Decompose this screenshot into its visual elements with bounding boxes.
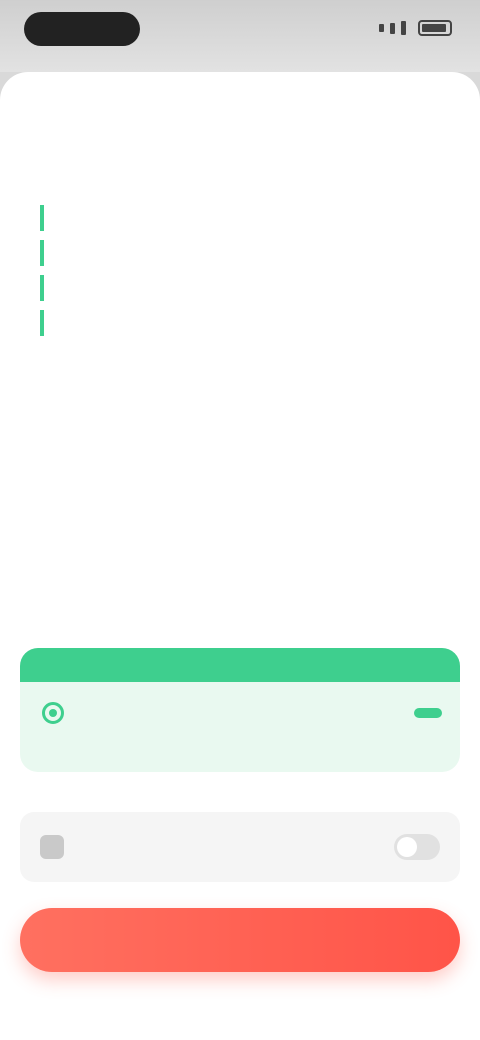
save-badge xyxy=(414,708,442,718)
battery-icon xyxy=(418,20,452,36)
status-icons xyxy=(379,20,452,36)
plan-yearly-right xyxy=(414,698,442,723)
radio-icon[interactable] xyxy=(42,702,64,724)
plan-yearly-left xyxy=(42,698,78,724)
feature-item xyxy=(40,235,440,270)
check-icon xyxy=(40,309,54,336)
toggle-icon[interactable] xyxy=(394,834,440,860)
feature-item xyxy=(40,305,440,340)
plan-yearly[interactable] xyxy=(20,648,460,772)
check-icon xyxy=(40,239,54,266)
free-trial-row[interactable] xyxy=(20,812,460,882)
check-icon xyxy=(40,204,54,231)
status-bar xyxy=(0,0,480,72)
feature-item xyxy=(40,200,440,235)
best-value-banner xyxy=(20,648,460,682)
plan-yearly-body xyxy=(20,682,460,724)
check-icon xyxy=(40,274,54,301)
feature-list xyxy=(40,200,440,340)
trial-icon xyxy=(40,835,64,859)
signal-icon xyxy=(379,24,384,32)
paywall-sheet xyxy=(0,72,480,1040)
signal-icon xyxy=(390,22,395,34)
status-pill xyxy=(24,12,140,46)
continue-button[interactable] xyxy=(20,908,460,972)
plan-monthly[interactable] xyxy=(0,532,480,602)
free-trial-left xyxy=(40,835,78,859)
signal-icon xyxy=(401,21,406,35)
feature-item xyxy=(40,270,440,305)
